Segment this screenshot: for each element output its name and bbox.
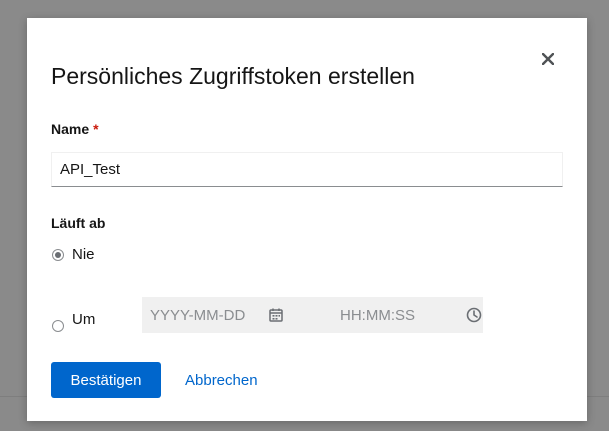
close-icon xyxy=(542,53,554,65)
dialog-title: Persönliches Zugriffstoken erstellen xyxy=(51,63,415,89)
clock-icon xyxy=(466,307,481,323)
time-picker-button[interactable] xyxy=(464,303,483,327)
expiry-option-never[interactable]: Nie xyxy=(52,246,95,263)
expiry-label: Läuft ab xyxy=(51,215,106,231)
cancel-button[interactable]: Abbrechen xyxy=(177,362,266,398)
time-input[interactable] xyxy=(332,306,458,324)
required-marker: * xyxy=(93,121,99,137)
radio-at[interactable] xyxy=(52,320,64,332)
close-button[interactable] xyxy=(539,50,557,68)
date-picker-button[interactable] xyxy=(268,303,284,327)
radio-never-label: Nie xyxy=(72,246,95,263)
name-label: Name * xyxy=(51,121,99,137)
confirm-button[interactable]: Bestätigen xyxy=(51,362,161,398)
create-token-dialog: Persönliches Zugriffstoken erstellen Nam… xyxy=(27,18,587,421)
date-input[interactable] xyxy=(142,306,268,324)
calendar-icon xyxy=(269,308,283,322)
radio-at-label: Um xyxy=(72,310,96,328)
name-label-text: Name xyxy=(51,121,90,137)
expiry-option-at[interactable]: Um xyxy=(52,306,95,332)
radio-never[interactable] xyxy=(52,248,64,261)
date-picker xyxy=(142,297,284,333)
name-input[interactable] xyxy=(51,152,563,187)
time-picker xyxy=(284,297,483,333)
